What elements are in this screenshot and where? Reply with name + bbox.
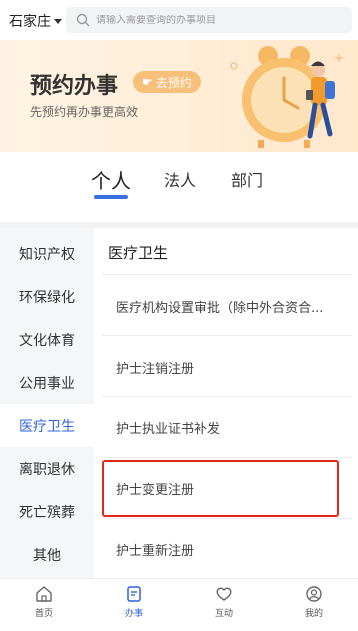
tab-department[interactable]: 部门 xyxy=(231,167,263,191)
sidebar-item-environment[interactable]: 环保绿化 xyxy=(0,275,94,318)
book-appointment-label: 去预约 xyxy=(155,75,192,90)
nav-profile-label: 我的 xyxy=(304,609,323,619)
sidebar-item-medical-health[interactable]: 医疗卫生 xyxy=(0,404,94,447)
nav-services[interactable]: 办事 xyxy=(104,585,164,619)
category-sidebar: 知识产权 环保绿化 文化体育 公用事业 医疗卫生 离职退休 死亡殡葬 其他 xyxy=(0,228,94,578)
tab-legal-entity[interactable]: 法人 xyxy=(164,167,196,191)
nav-home-label: 首页 xyxy=(34,609,53,619)
nav-interaction-label: 互动 xyxy=(214,609,233,619)
search-icon xyxy=(76,13,90,27)
sidebar-item-culture-sports[interactable]: 文化体育 xyxy=(0,318,94,361)
heart-icon xyxy=(216,587,232,601)
clock-illustration-icon: + xyxy=(230,46,344,148)
sidebar-item-public-utilities[interactable]: 公用事业 xyxy=(0,361,94,404)
top-bar: 石家庄 xyxy=(0,0,358,40)
sidebar-item-other[interactable]: 其他 xyxy=(0,533,94,576)
bottom-navigation: 首页 办事 互动 我的 xyxy=(0,578,358,631)
divider xyxy=(102,518,352,519)
nav-home[interactable]: 首页 xyxy=(14,585,74,619)
banner-title: 预约办事 xyxy=(30,74,119,99)
divider xyxy=(102,274,352,275)
home-icon xyxy=(36,586,52,602)
category-title: 医疗卫生 xyxy=(108,244,169,262)
city-label: 石家庄 xyxy=(9,14,51,30)
search-box[interactable] xyxy=(66,7,352,33)
divider xyxy=(102,396,352,397)
search-input[interactable] xyxy=(96,14,336,26)
chevron-down-icon xyxy=(54,18,62,24)
sidebar-item-funeral[interactable]: 死亡殡葬 xyxy=(0,490,94,533)
banner-subtitle: 先预约再办事更高效 xyxy=(30,105,139,119)
highlight-box xyxy=(102,460,339,517)
user-icon xyxy=(306,586,322,602)
divider xyxy=(102,457,352,458)
document-icon xyxy=(127,586,141,602)
service-item[interactable]: 护士重新注册 xyxy=(116,540,346,559)
hand-pointer-icon: ☛ xyxy=(142,75,153,89)
service-list-panel: 医疗卫生 医疗机构设置审批（除中外合资合... 护士注销注册 护士执业证书补发 … xyxy=(94,228,358,578)
tab-bar: 个人 法人 部门 xyxy=(0,152,358,222)
active-tab-indicator xyxy=(94,195,128,199)
nav-services-label: 办事 xyxy=(124,609,143,619)
nav-profile[interactable]: 我的 xyxy=(284,585,344,619)
svg-text:+: + xyxy=(334,51,344,65)
tab-personal[interactable]: 个人 xyxy=(91,165,131,194)
sidebar-item-intellectual-property[interactable]: 知识产权 xyxy=(0,232,94,275)
divider xyxy=(102,335,352,336)
service-item[interactable]: 医疗机构设置审批（除中外合资合... xyxy=(116,297,346,316)
service-item[interactable]: 护士执业证书补发 xyxy=(116,418,346,437)
service-item[interactable]: 护士注销注册 xyxy=(116,358,346,377)
city-selector[interactable]: 石家庄 xyxy=(9,11,62,31)
sidebar-item-retirement[interactable]: 离职退休 xyxy=(0,447,94,490)
nav-interaction[interactable]: 互动 xyxy=(194,585,254,619)
book-appointment-button[interactable]: ☛ 去预约 xyxy=(133,71,201,93)
appointment-banner[interactable]: 预约办事 ☛ 去预约 先预约再办事更高效 + xyxy=(0,40,358,152)
